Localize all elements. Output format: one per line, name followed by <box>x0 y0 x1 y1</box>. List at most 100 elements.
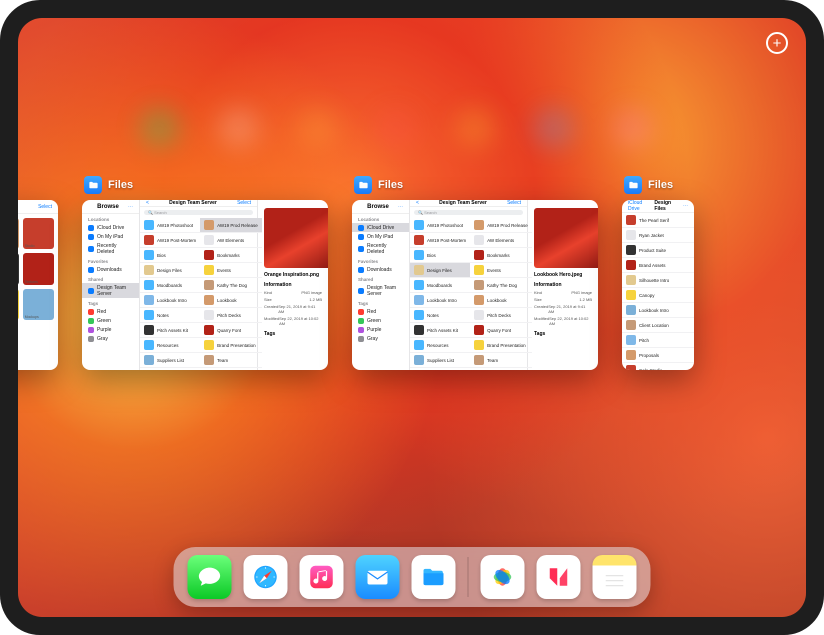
search-input[interactable]: 🔍 Search <box>144 210 253 215</box>
grid-file-item[interactable]: Textures <box>23 253 54 284</box>
file-list-item[interactable]: Bios <box>140 248 200 263</box>
file-list-item[interactable]: Brand Assets <box>622 258 694 273</box>
file-list-item[interactable]: Resources <box>410 338 470 353</box>
grid-file-item[interactable]: Ryan <box>18 253 19 284</box>
file-list-item[interactable]: Ryan Jacket <box>622 228 694 243</box>
sidebar-item[interactable]: Gray <box>82 334 139 343</box>
file-list-item[interactable]: AW Elements <box>200 233 262 248</box>
grid-file-item[interactable]: Studio <box>23 218 54 249</box>
file-list-item[interactable]: Lookbook <box>470 293 532 308</box>
file-list-item[interactable]: AW19 Prod Release <box>200 218 262 233</box>
file-list-item[interactable]: Pitch Assets Kit <box>410 323 470 338</box>
file-list-item[interactable]: Client Location <box>622 318 694 333</box>
file-list-item[interactable]: Brand Presentation <box>470 338 532 353</box>
switcher-card[interactable]: Files iCloud Drive Design Files ⋯ The Pe… <box>622 176 694 370</box>
file-list-item[interactable]: Proposals <box>622 348 694 363</box>
file-list-item[interactable]: Orange Inspiration <box>200 368 262 370</box>
sidebar-item[interactable]: Gray <box>352 334 409 343</box>
file-list-item[interactable]: Product Suite <box>622 243 694 258</box>
sidebar-item[interactable]: Recently Deleted <box>82 241 139 256</box>
file-list-item[interactable]: Orange Inspiration <box>470 368 532 370</box>
file-list-item[interactable]: Events <box>470 263 532 278</box>
dock-music-icon[interactable] <box>300 555 344 599</box>
switcher-card[interactable]: Files Browse⋯LocationsiCloud DriveOn My … <box>352 176 598 370</box>
file-list-item[interactable]: Cole Studio <box>622 363 694 370</box>
file-list-item[interactable]: AW19 Photoshoot <box>410 218 470 233</box>
file-list-item[interactable]: Lookbook Intro <box>622 303 694 318</box>
search-input[interactable]: 🔍 Search <box>414 210 523 215</box>
file-list-item[interactable]: Canopy <box>622 288 694 303</box>
sidebar-item[interactable]: Design Team Server <box>82 283 139 298</box>
file-list-item[interactable]: Moodboards <box>140 278 200 293</box>
sidebar-item[interactable]: Recently Deleted <box>352 241 409 256</box>
grid-file-item[interactable]: Palette <box>18 289 19 320</box>
file-list-item[interactable]: AW19 Photoshoot <box>140 218 200 233</box>
file-list-item[interactable]: Bios <box>410 248 470 263</box>
files-app-icon <box>624 176 642 194</box>
file-list-item[interactable]: Web <box>140 368 200 370</box>
file-list-item[interactable]: Suppliers List <box>140 353 200 368</box>
file-list-item[interactable]: Design Files <box>410 263 470 278</box>
file-list-item[interactable]: Quarry Font <box>470 323 532 338</box>
sidebar-item[interactable]: Red <box>82 307 139 316</box>
sidebar-item[interactable]: iCloud Drive <box>82 223 139 232</box>
file-list-item[interactable]: Team <box>470 353 532 368</box>
switcher-card[interactable]: Files ⋯Design FilesSelect LookbookPortra… <box>18 176 58 370</box>
sidebar-item[interactable]: Downloads <box>82 265 139 274</box>
switcher-card[interactable]: Files Browse⋯LocationsiCloud DriveOn My … <box>82 176 328 370</box>
dock-mail-icon[interactable] <box>356 555 400 599</box>
file-name-label: Resources <box>427 343 449 348</box>
file-list-item[interactable]: Quarry Font <box>200 323 262 338</box>
sidebar-item[interactable]: Purple <box>352 325 409 334</box>
dock-news-icon[interactable] <box>537 555 581 599</box>
file-thumb-icon <box>474 220 484 230</box>
file-list-item[interactable]: Kathy The Dog <box>470 278 532 293</box>
file-list-item[interactable]: Pitch Decks <box>200 308 262 323</box>
file-list-item[interactable]: AW19 Post-Mortem <box>140 233 200 248</box>
file-list-item[interactable]: AW19 Post-Mortem <box>410 233 470 248</box>
file-list-item[interactable]: Brand Presentation <box>200 338 262 353</box>
file-list-item[interactable]: The Pearl Serif <box>622 213 694 228</box>
sidebar-item[interactable]: On My iPad <box>82 232 139 241</box>
sidebar-item[interactable]: Green <box>82 316 139 325</box>
sidebar-item[interactable]: Green <box>352 316 409 325</box>
dock-photos-icon[interactable] <box>481 555 525 599</box>
file-list-item[interactable]: Design Files <box>140 263 200 278</box>
new-window-button[interactable]: + <box>766 32 788 54</box>
sidebar-item[interactable]: Design Team Server <box>352 283 409 298</box>
sidebar-item[interactable]: Downloads <box>352 265 409 274</box>
file-list-item[interactable]: Resources <box>140 338 200 353</box>
file-list-item[interactable]: Events <box>200 263 262 278</box>
dock-safari-icon[interactable] <box>244 555 288 599</box>
sidebar-item[interactable]: On My iPad <box>352 232 409 241</box>
dock-notes-icon[interactable] <box>593 555 637 599</box>
file-list-item[interactable]: Suppliers List <box>410 353 470 368</box>
file-list-item[interactable]: Pitch Assets Kit <box>140 323 200 338</box>
file-list-item[interactable]: Lookbook Intro <box>410 293 470 308</box>
file-list-item[interactable]: Team <box>200 353 262 368</box>
file-thumb-icon <box>474 265 484 275</box>
sidebar-item[interactable]: Red <box>352 307 409 316</box>
file-list-item[interactable]: Kathy The Dog <box>200 278 262 293</box>
file-list-item[interactable]: Pitch Decks <box>470 308 532 323</box>
sidebar-item[interactable]: iCloud Drive <box>352 223 409 232</box>
file-list-item[interactable]: Moodboards <box>410 278 470 293</box>
grid-file-item[interactable]: Mockups <box>23 289 54 320</box>
file-list-item[interactable]: Silhouette Intro <box>622 273 694 288</box>
sidebar-item[interactable]: Purple <box>82 325 139 334</box>
file-list-item[interactable]: Bookmarks <box>200 248 262 263</box>
grid-file-item[interactable]: Portrait <box>18 218 19 249</box>
file-list-item[interactable]: AW19 Prod Release <box>470 218 532 233</box>
dock-files-icon[interactable] <box>412 555 456 599</box>
file-list-item[interactable]: Lookbook <box>200 293 262 308</box>
back-label[interactable]: iCloud Drive <box>628 200 654 212</box>
file-list-item[interactable]: Bookmarks <box>470 248 532 263</box>
file-list-item[interactable]: Notes <box>140 308 200 323</box>
file-thumb-icon <box>204 250 214 260</box>
file-list-item[interactable]: Lookbook Intro <box>140 293 200 308</box>
dock-messages-icon[interactable] <box>188 555 232 599</box>
file-list-item[interactable]: Notes <box>410 308 470 323</box>
file-list-item[interactable]: AW Elements <box>470 233 532 248</box>
file-list-item[interactable]: Pitch <box>622 333 694 348</box>
file-list-item[interactable]: Web <box>410 368 470 370</box>
